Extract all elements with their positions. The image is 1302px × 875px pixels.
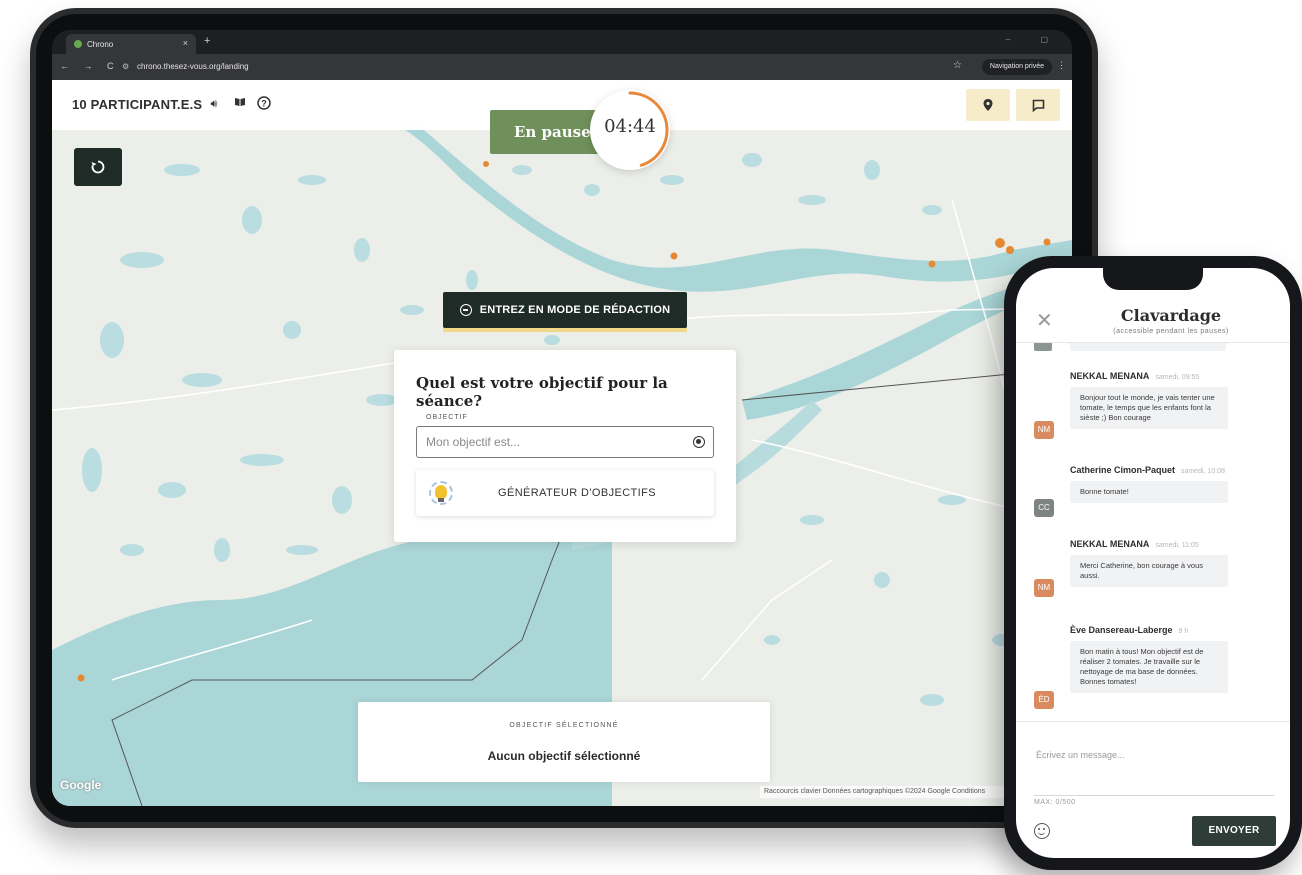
- goal-input[interactable]: Mon objectif est...: [416, 426, 714, 458]
- goal-card: Quel est votre objectif pour la séance? …: [394, 350, 736, 542]
- goal-question: Quel est votre objectif pour la séance?: [416, 374, 668, 410]
- user-avatar: NM: [1034, 421, 1054, 439]
- message-author: NEKKAL MENANA: [1070, 539, 1150, 549]
- tablet-device: Chrono × + – ▢ ← → C ⚙ chrono.thesez-vous…: [30, 8, 1098, 828]
- tablet-screen: Chrono × + – ▢ ← → C ⚙ chrono.thesez-vous…: [52, 30, 1072, 806]
- message-time: 9 h: [1178, 628, 1189, 635]
- message-bubble: Bon matin à tous! Mon objectif est de ré…: [1070, 641, 1228, 693]
- private-browsing-badge[interactable]: Navigation privée: [981, 59, 1052, 75]
- message-author: Catherine Cimon-Paquet: [1070, 465, 1176, 475]
- message-time: samedi, 11:05: [1155, 542, 1199, 549]
- map-pin-icon: [983, 99, 993, 111]
- reset-button[interactable]: [74, 148, 122, 186]
- message-bubble: Merci Catherine, bon courage à vous auss…: [1070, 555, 1228, 587]
- session-timer: 04:44: [590, 90, 670, 170]
- chat-message-list[interactable]: NEKKAL MENANA samedi, 09:55 Bonjour tout …: [1016, 343, 1290, 721]
- message-header: NEKKAL MENANA samedi, 09:55: [1070, 371, 1199, 381]
- message-author: Ève Dansereau-Laberge: [1070, 625, 1173, 635]
- bookmark-star-icon[interactable]: ☆: [953, 60, 962, 71]
- selected-goal-value: Aucun objectif sélectionné: [487, 749, 641, 763]
- help-icon[interactable]: ?: [256, 96, 272, 112]
- participants-count: 10 PARTICIPANT.E.S: [72, 97, 203, 112]
- favicon-icon: [74, 40, 82, 48]
- chrono-app: 10 PARTICIPANT.E.S 🔊︎ ? En pause 04:44 E…: [52, 80, 1072, 806]
- phone-screen: ✕ Clavardage (accessible pendant les pau…: [1016, 268, 1290, 858]
- user-avatar: NM: [1034, 579, 1054, 597]
- browser-tab[interactable]: Chrono ×: [66, 34, 196, 54]
- message-bubble: Bonjour tout le monde, je vais tenter un…: [1070, 387, 1228, 429]
- chat-title: Clavardage: [1120, 306, 1222, 325]
- goal-field-label: OBJECTIF: [426, 414, 468, 421]
- chat-bubble-icon: [1032, 99, 1044, 112]
- goal-generator-button[interactable]: GÉNÉRATEUR D'OBJECTIFS: [416, 470, 714, 516]
- address-bar: ← → C ⚙ chrono.thesez-vous.org/landing ☆ …: [52, 54, 1072, 80]
- message-header: Ève Dansereau-Laberge 9 h: [1070, 625, 1188, 635]
- lightbulb-icon: [426, 478, 456, 508]
- previous-message-avatar: [1034, 343, 1052, 351]
- site-settings-icon[interactable]: ⚙: [122, 60, 131, 74]
- draft-mode-label: ENTREZ EN MODE DE RÉDACTION: [479, 304, 671, 316]
- timer-value: 04:44: [604, 116, 656, 137]
- google-logo: Google: [60, 778, 102, 792]
- browser-tab-bar: Chrono × + – ▢: [52, 30, 1072, 54]
- close-tab-icon[interactable]: ×: [183, 38, 188, 48]
- message-time: samedi, 10:08: [1181, 468, 1225, 475]
- url-field[interactable]: ⚙ chrono.thesez-vous.org/landing: [122, 60, 249, 74]
- goal-input-placeholder: Mon objectif est...: [426, 435, 521, 449]
- screenshot-stage: Chrono × + – ▢ ← → C ⚙ chrono.thesez-vous…: [0, 0, 1302, 875]
- svg-text:?: ?: [261, 99, 267, 109]
- minus-circle-icon: [459, 304, 472, 316]
- selected-goal-panel: OBJECTIF SÉLECTIONNÉ Aucun objectif séle…: [358, 702, 770, 782]
- chat-message-input[interactable]: Écrivez un message...: [1036, 750, 1266, 760]
- sound-icon[interactable]: 🔊︎: [206, 96, 222, 112]
- browser-tab-title: Chrono: [87, 39, 114, 49]
- chat-char-counter: MAX: 0/500: [1034, 799, 1076, 806]
- chat-subtitle: (accessible pendant les pauses): [1113, 328, 1229, 335]
- chat-input-underline: [1034, 795, 1274, 796]
- chat-toggle-button[interactable]: [1016, 89, 1060, 121]
- map-pin-button[interactable]: [966, 89, 1010, 121]
- navigation-buttons[interactable]: ← → C: [60, 61, 120, 71]
- goal-generator-label: GÉNÉRATEUR D'OBJECTIFS: [498, 487, 656, 499]
- selected-goal-label: OBJECTIF SÉLECTIONNÉ: [509, 722, 619, 729]
- new-tab-button[interactable]: +: [204, 35, 210, 47]
- target-icon[interactable]: [693, 436, 705, 448]
- phone-notch: [1103, 268, 1203, 290]
- close-chat-icon[interactable]: ✕: [1036, 308, 1053, 333]
- previous-message-bubble: [1070, 343, 1226, 351]
- user-avatar: ÈD: [1034, 691, 1054, 709]
- window-controls[interactable]: – ▢: [1006, 35, 1062, 44]
- phone-device: ✕ Clavardage (accessible pendant les pau…: [1004, 256, 1302, 870]
- send-button[interactable]: ENVOYER: [1192, 816, 1276, 846]
- message-time: samedi, 09:55: [1155, 374, 1200, 381]
- chat-divider: [1016, 721, 1290, 722]
- session-status-badge: En pause: [490, 110, 600, 154]
- user-avatar: CC: [1034, 499, 1054, 517]
- message-header: Catherine Cimon-Paquet samedi, 10:08: [1070, 465, 1225, 475]
- url-text: chrono.thesez-vous.org/landing: [137, 62, 249, 71]
- message-header: NEKKAL MENANA samedi, 11:05: [1070, 539, 1199, 549]
- browser-menu-icon[interactable]: ⋮: [1057, 60, 1066, 71]
- emoji-icon[interactable]: [1034, 823, 1050, 839]
- message-author: NEKKAL MENANA: [1070, 371, 1150, 381]
- draft-mode-button[interactable]: ENTREZ EN MODE DE RÉDACTION: [443, 292, 687, 328]
- message-bubble: Bonne tomate!: [1070, 481, 1228, 503]
- refresh-icon: [91, 160, 105, 174]
- book-icon[interactable]: [232, 96, 248, 112]
